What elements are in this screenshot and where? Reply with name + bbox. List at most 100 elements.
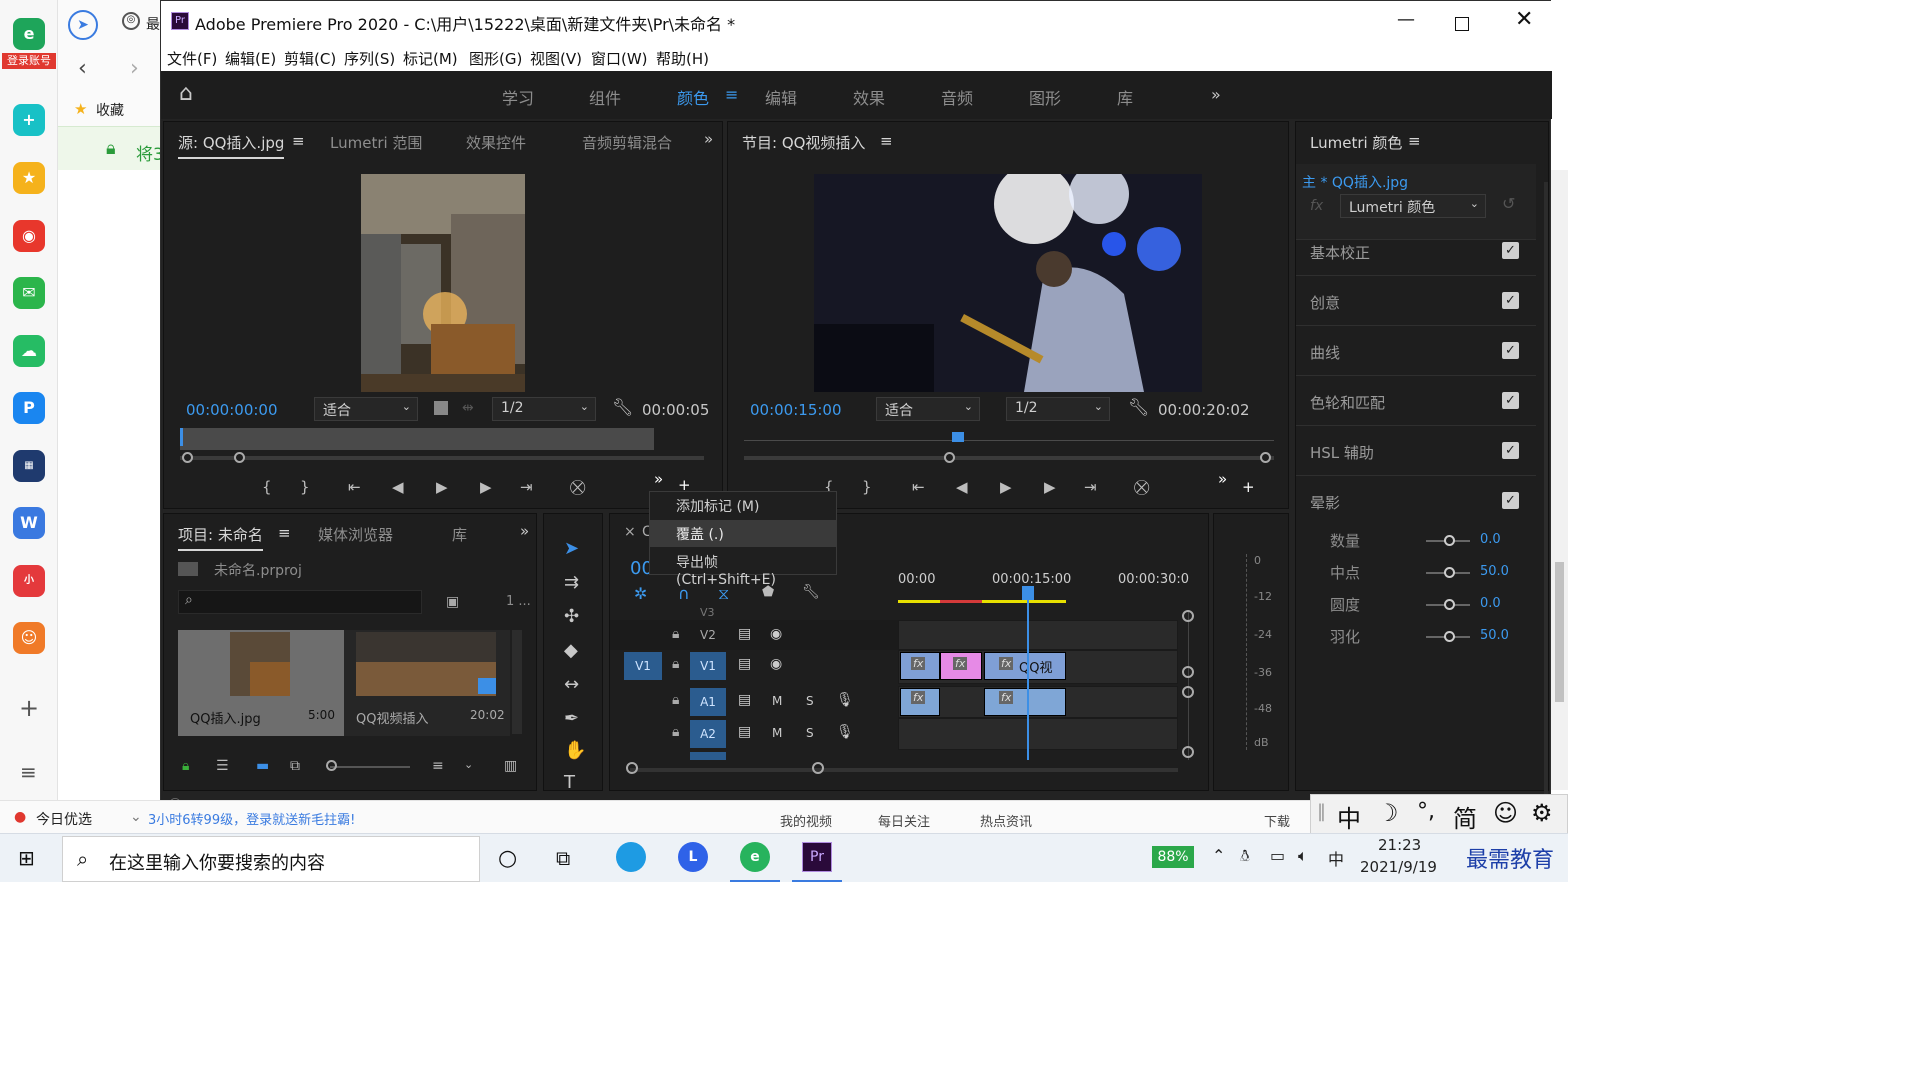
tab-project[interactable]: 项目: 未命名 bbox=[178, 524, 263, 551]
timeline-playhead[interactable] bbox=[1027, 600, 1029, 760]
ws-libraries[interactable]: 库 bbox=[1117, 85, 1133, 109]
menu-clip[interactable]: 剪辑(C) bbox=[284, 48, 336, 69]
lock-bin-icon[interactable]: 🔒︎ bbox=[182, 758, 189, 774]
game2-icon[interactable]: ☺ bbox=[13, 622, 45, 654]
icon-view-icon[interactable]: ▬ bbox=[256, 758, 269, 774]
go-to-out-icon[interactable]: ⇥ bbox=[520, 478, 533, 496]
lumetri-master[interactable]: 主 * QQ插入.jpg bbox=[1302, 172, 1408, 192]
step-forward-icon[interactable]: ▶ bbox=[480, 478, 492, 496]
menu-marker[interactable]: 标记(M) bbox=[403, 48, 458, 69]
project-item-video[interactable]: QQ视频插入 20:02 bbox=[344, 630, 510, 736]
drag-video-icon[interactable]: ⇹ bbox=[462, 400, 474, 416]
battery-percent[interactable]: 88% bbox=[1152, 846, 1194, 868]
source-more-icon[interactable]: » bbox=[704, 130, 713, 148]
menu-sequence[interactable]: 序列(S) bbox=[344, 48, 395, 69]
hscroll-handle-left[interactable] bbox=[626, 762, 638, 774]
sync-icon[interactable]: ▤ bbox=[738, 692, 751, 708]
project-tab-menu-icon[interactable]: ≡ bbox=[278, 524, 291, 542]
vignette-0-handle[interactable] bbox=[1444, 535, 1455, 546]
section-vignette[interactable]: 晕影 ✓ bbox=[1296, 478, 1536, 526]
chevron-down-icon[interactable]: ⌄ bbox=[464, 758, 473, 771]
lark-icon[interactable]: L bbox=[678, 842, 708, 872]
lock-icon[interactable]: 🔒︎ bbox=[672, 692, 679, 708]
step-back-icon[interactable]: ◀ bbox=[392, 478, 404, 496]
source-res-dropdown[interactable]: 1/2 ⌄ bbox=[492, 397, 596, 421]
edge-icon[interactable] bbox=[616, 842, 646, 872]
track-a2[interactable]: A2 bbox=[690, 720, 726, 748]
vscroll-handle[interactable] bbox=[1182, 746, 1194, 758]
menu-export-frame[interactable]: 导出帧 (Ctrl+Shift+E) bbox=[650, 548, 836, 588]
word-icon[interactable]: W bbox=[13, 507, 45, 539]
program-zoom-left[interactable] bbox=[944, 452, 955, 463]
lock-icon[interactable]: 🔒︎ bbox=[672, 724, 679, 740]
forward-icon[interactable]: › bbox=[130, 56, 139, 81]
v2-lane[interactable] bbox=[898, 620, 1178, 650]
wrench-icon[interactable]: 🔧︎ bbox=[1128, 398, 1150, 418]
star-icon[interactable]: ★ bbox=[13, 162, 45, 194]
vignette-3-value[interactable]: 50.0 bbox=[1480, 628, 1509, 643]
ime-settings-icon[interactable]: ⚙ bbox=[1531, 799, 1553, 827]
page-scroll-thumb[interactable] bbox=[1555, 562, 1564, 702]
tab-lumetri-scopes[interactable]: Lumetri 范围 bbox=[330, 132, 422, 153]
lumetri-title[interactable]: Lumetri 颜色 bbox=[1310, 132, 1402, 153]
ws-graphics[interactable]: 图形 bbox=[1029, 85, 1061, 109]
chevron-down-icon[interactable]: ⌄ bbox=[130, 809, 142, 825]
section-creative-checkbox[interactable]: ✓ bbox=[1502, 292, 1519, 309]
weibo-icon[interactable]: ◉ bbox=[13, 220, 45, 252]
sort-icon[interactable]: ≡ bbox=[432, 758, 444, 774]
project-scrollbar[interactable] bbox=[512, 630, 522, 734]
navigate-icon[interactable]: ➤ bbox=[68, 10, 98, 40]
menu-add-marker[interactable]: 添加标记 (M) bbox=[650, 492, 836, 519]
section-wheels[interactable]: 色轮和匹配 ✓ bbox=[1296, 378, 1536, 426]
program-res-dropdown[interactable]: 1/2 ⌄ bbox=[1006, 397, 1110, 421]
maximize-icon[interactable] bbox=[1455, 17, 1469, 31]
login-button[interactable]: 登录账号 bbox=[2, 53, 56, 69]
automate-icon[interactable]: ▥ bbox=[504, 758, 517, 774]
eye-icon[interactable]: ◉ bbox=[770, 626, 782, 642]
sync-icon[interactable]: ▤ bbox=[738, 626, 751, 642]
link-hot-news[interactable]: 热点资讯 bbox=[980, 811, 1032, 830]
cortana-icon[interactable]: ○ bbox=[498, 846, 517, 871]
section-hsl[interactable]: HSL 辅助 ✓ bbox=[1296, 428, 1536, 476]
section-wheels-checkbox[interactable]: ✓ bbox=[1502, 392, 1519, 409]
minimize-icon[interactable]: — bbox=[1397, 9, 1415, 30]
vscroll-handle[interactable] bbox=[1182, 666, 1194, 678]
task-view-icon[interactable]: ⧉ bbox=[556, 846, 570, 870]
clip-a1-1[interactable]: fx bbox=[900, 688, 940, 716]
mic-icon[interactable]: 🎙︎ bbox=[836, 692, 854, 708]
timeline-hscroll[interactable] bbox=[630, 768, 1178, 772]
tab-source[interactable]: 源: QQ插入.jpg bbox=[178, 132, 285, 159]
mark-in-icon[interactable]: { bbox=[262, 478, 272, 496]
selection-tool-icon[interactable]: ➤ bbox=[564, 538, 579, 559]
thumb-size-slider[interactable] bbox=[330, 766, 410, 768]
clip-a1-2[interactable]: fx bbox=[984, 688, 1066, 716]
menu-help[interactable]: 帮助(H) bbox=[656, 48, 709, 69]
windows-start-icon[interactable]: ⊞ bbox=[18, 846, 35, 870]
program-fit-dropdown[interactable]: 适合 ⌄ bbox=[876, 397, 980, 421]
tab-effect-controls[interactable]: 效果控件 bbox=[466, 132, 526, 153]
clock-date[interactable]: 2021/9/19 bbox=[1360, 858, 1437, 876]
step-forward-icon[interactable]: ▶ bbox=[1044, 478, 1056, 496]
qq-icon[interactable]: 🐧︎ bbox=[1240, 846, 1250, 868]
browser-task-icon[interactable]: e bbox=[740, 842, 770, 872]
mark-out-icon[interactable]: } bbox=[862, 478, 872, 496]
hscroll-handle-right[interactable] bbox=[812, 762, 824, 774]
sync-icon[interactable]: ▤ bbox=[738, 656, 751, 672]
link-download[interactable]: 下载 bbox=[1264, 811, 1290, 830]
project-search-input[interactable]: ⌕ bbox=[178, 590, 422, 614]
clip-v1-2[interactable]: fx bbox=[940, 652, 982, 680]
source-tab-menu-icon[interactable]: ≡ bbox=[292, 132, 305, 150]
go-to-in-icon[interactable]: ⇤ bbox=[912, 478, 925, 496]
project-more-icon[interactable]: » bbox=[520, 522, 529, 540]
track-v2[interactable]: V2 bbox=[700, 628, 716, 642]
link-daily[interactable]: 每日关注 bbox=[878, 811, 930, 830]
section-basic[interactable]: 基本校正 ✓ bbox=[1296, 228, 1536, 276]
play-icon[interactable]: ▶ bbox=[436, 478, 448, 496]
mute-button[interactable]: M bbox=[772, 726, 782, 740]
home-icon[interactable]: ⌂ bbox=[179, 81, 193, 106]
taskbar-search-input[interactable]: ⌕ 在这里输入你要搜索的内容 bbox=[62, 836, 480, 882]
lock-icon[interactable]: 🔒︎ bbox=[672, 626, 679, 642]
project-item-image[interactable]: QQ插入.jpg 5:00 bbox=[178, 630, 344, 736]
source-timecode[interactable]: 00:00:00:00 bbox=[186, 401, 278, 419]
app-icon-1[interactable]: + bbox=[13, 104, 45, 136]
